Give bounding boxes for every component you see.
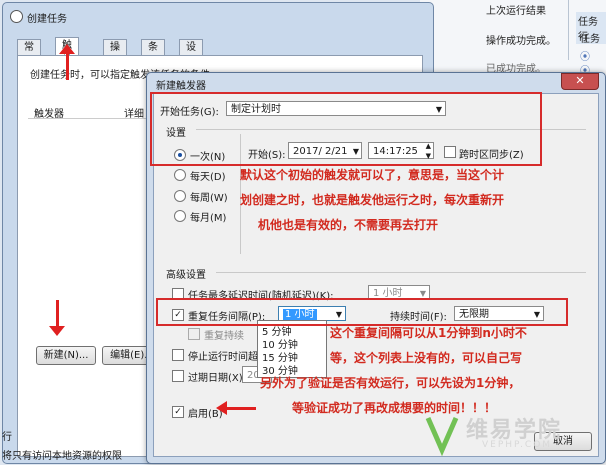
column-divider — [568, 0, 569, 60]
arrow-down-new-shaft — [56, 300, 59, 328]
note-repeat-2: 等，这个列表上没有的，可以自己写 — [330, 351, 523, 365]
operation-success-text: 操作成功完成。 — [486, 36, 556, 47]
repeat-interval-dropdown: 5 分钟 10 分钟 15 分钟 30 分钟 — [257, 320, 327, 378]
radio-weekly[interactable] — [174, 190, 186, 202]
stop-all-checkbox[interactable] — [188, 328, 200, 340]
side-item-2[interactable]: ⦿ — [580, 48, 590, 63]
stop-all-label: 重复持续 — [204, 331, 244, 342]
advanced-group-label: 高级设置 — [166, 270, 206, 281]
watermark-en: VEPHP.COM — [482, 440, 553, 450]
tab-actions[interactable]: 操作 — [103, 39, 127, 68]
radio-weekly-label: 每周(W) — [190, 193, 228, 204]
arrow-up-tab-shaft — [66, 52, 69, 80]
last-run-result-header: 上次运行结果 — [486, 6, 546, 17]
arrow-left-enabled-head — [216, 401, 227, 415]
note-verify-1: 另外为了验证是否有效运行，可以先设为1分钟， — [260, 376, 521, 390]
tab-settings[interactable]: 设置 — [179, 39, 203, 68]
stop-after-label: 停止运行时间超过 — [188, 352, 268, 363]
title-bar[interactable]: 创建任务 — [3, 3, 433, 27]
bottom-text-local-resources: 将只有访问本地资源的权限 — [2, 451, 122, 462]
expire-label: 过期日期(X): — [188, 373, 247, 384]
col-details[interactable]: 详细 — [124, 105, 144, 120]
tab-conditions[interactable]: 条件 — [141, 39, 165, 68]
note-default-trigger-1: 默认这个初始的触发就可以了，意思是，当这个计 — [240, 168, 505, 182]
radio-monthly-label: 每月(M) — [190, 213, 227, 224]
radio-daily[interactable] — [174, 169, 186, 181]
window-title: 创建任务 — [27, 14, 67, 25]
note-repeat-1: 这个重复间隔可以从1分钟到n小时不 — [330, 326, 527, 340]
dialog-title: 新建触发器 — [156, 81, 206, 92]
radio-monthly[interactable] — [174, 210, 186, 222]
enabled-checkbox[interactable]: ✓ — [172, 406, 184, 418]
clock-icon — [10, 10, 23, 23]
col-trigger[interactable]: 触发器 — [34, 105, 64, 120]
trigger-list-header: 触发器 详细 — [28, 104, 158, 120]
stop-after-checkbox[interactable] — [172, 349, 184, 361]
bottom-text-row: 行 — [2, 432, 12, 443]
side-item-task[interactable]: 任务 — [580, 30, 600, 45]
expire-checkbox[interactable] — [172, 370, 184, 382]
arrow-up-tab-head — [59, 44, 75, 54]
close-icon: ✕ — [575, 74, 585, 87]
highlight-begin-task — [150, 92, 542, 166]
advanced-divider — [216, 272, 586, 273]
arrow-down-new-head — [49, 326, 65, 336]
radio-daily-label: 每天(D) — [190, 172, 226, 183]
tab-general[interactable]: 常规 — [17, 39, 41, 68]
note-default-trigger-2: 划创建之时，也就是触发他运行之时，每次重新开 — [240, 193, 505, 207]
watermark: 维易学院 VEPHP.COM — [420, 410, 600, 458]
new-trigger-button[interactable]: 新建(N)... — [36, 346, 96, 365]
arrow-left-enabled-shaft — [226, 407, 256, 410]
close-button[interactable]: ✕ — [561, 73, 599, 90]
note-default-trigger-3: 机他也是有效的，不需要再去打开 — [258, 218, 439, 232]
